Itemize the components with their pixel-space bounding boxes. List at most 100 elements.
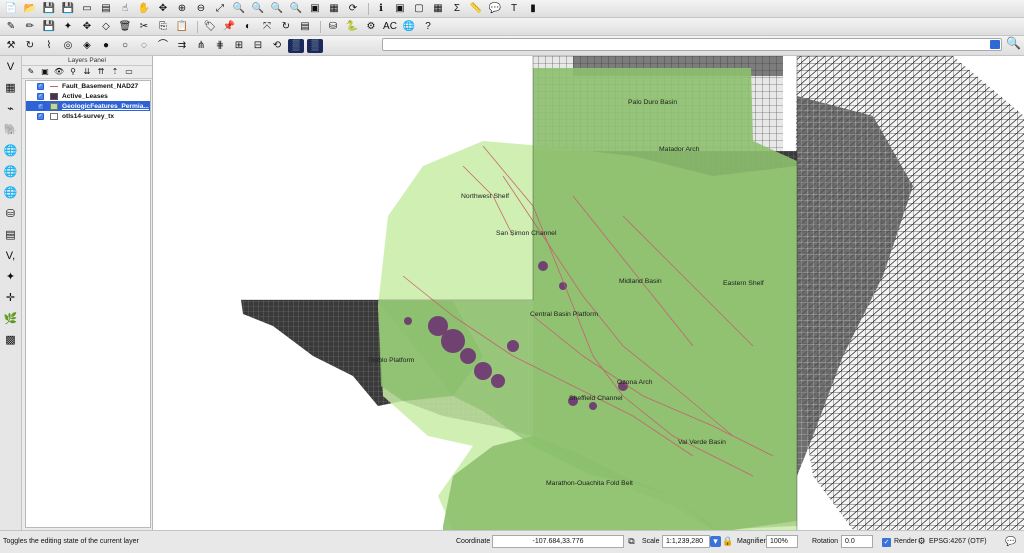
layer-visibility-checkbox[interactable]: ✓ — [37, 102, 44, 110]
new-layout-icon[interactable]: ▭ — [79, 2, 95, 16]
add-feature-icon[interactable]: ✦ — [60, 20, 76, 34]
help-icon[interactable]: ? — [420, 20, 436, 34]
rotate-symbol-icon[interactable]: ⟲ — [269, 39, 285, 53]
attribute-table-icon[interactable]: ▦ — [430, 2, 446, 16]
offset-icon[interactable]: ⇉ — [174, 39, 190, 53]
layer-item[interactable]: ✓ Active_Leases — [26, 91, 150, 101]
move-up-icon[interactable]: ⇡ — [109, 67, 121, 77]
split-parts-icon[interactable]: ⋕ — [212, 39, 228, 53]
fill-ring-icon[interactable]: ● — [98, 39, 114, 53]
rotate-label-icon[interactable]: ↻ — [278, 20, 294, 34]
plugin-db-icon[interactable]: ⛁ — [325, 20, 341, 34]
merge-icon[interactable]: ⊞ — [231, 39, 247, 53]
layer-visibility-checkbox[interactable]: ✓ — [37, 82, 44, 90]
add-wfs-icon[interactable]: 🌐 — [2, 165, 19, 180]
globe-icon[interactable]: 🌐 — [401, 20, 417, 34]
zoom-last-icon[interactable]: 🔍 — [269, 2, 285, 16]
expand-all-icon[interactable]: ⇊ — [81, 67, 93, 77]
zoom-out-icon[interactable]: ⊖ — [193, 2, 209, 16]
add-gps-icon[interactable]: ✛ — [2, 291, 19, 306]
add-mssql-icon[interactable]: ▤ — [2, 228, 19, 243]
digitize-icon[interactable]: ✎ — [3, 20, 19, 34]
delete-ring-icon[interactable]: ○ — [117, 39, 133, 53]
crs-globe-icon[interactable]: ⚙ — [916, 536, 927, 547]
node-tool-icon[interactable]: ◇ — [98, 20, 114, 34]
refresh-icon[interactable]: ⟳ — [345, 2, 361, 16]
magnifier-field[interactable]: 100% — [766, 535, 798, 548]
move-feature-icon[interactable]: ✥ — [79, 20, 95, 34]
layout-manager-icon[interactable]: ▤ — [98, 2, 114, 16]
annotation-icon[interactable]: 💬 — [487, 2, 503, 16]
add-grass-icon[interactable]: 🌿 — [2, 312, 19, 327]
ac-plugin-icon[interactable]: AC — [382, 20, 398, 34]
merge-attr-icon[interactable]: ⊟ — [250, 39, 266, 53]
add-ring-icon[interactable]: ◎ — [60, 39, 76, 53]
scale-field[interactable]: 1:1,239,280 — [662, 535, 710, 548]
new-bookmark-icon[interactable]: ▣ — [307, 2, 323, 16]
python-console-icon[interactable]: 🐍 — [344, 20, 360, 34]
measure-icon[interactable]: 📏 — [468, 2, 484, 16]
tag-icon[interactable]: ⚙ — [363, 20, 379, 34]
add-vector-layer-icon[interactable]: V — [2, 60, 19, 75]
collapse-all-icon[interactable]: ⇈ — [95, 67, 107, 77]
locator-search-input[interactable] — [382, 38, 1002, 51]
map-canvas[interactable]: Palo Duro Basin Matador Arch Northwest S… — [153, 56, 1024, 530]
layer-item-selected[interactable]: ✓ GeologicFeatures_Permia... — [26, 101, 150, 111]
search-icon[interactable]: 🔍 — [1006, 36, 1021, 50]
cut-icon[interactable]: ✂ — [136, 20, 152, 34]
save-icon[interactable]: 💾 — [41, 2, 57, 16]
save-as-icon[interactable]: 💾 — [60, 2, 76, 16]
zoom-layer-icon[interactable]: 🔍 — [231, 2, 247, 16]
deselect-icon[interactable]: ▢ — [411, 2, 427, 16]
new-file-icon[interactable]: 📄 — [3, 2, 19, 16]
zoom-selection-icon[interactable]: 🔍 — [250, 2, 266, 16]
adv-digitize-icon[interactable]: ⚒ — [3, 39, 19, 53]
lock-scale-icon[interactable]: 🔒 — [722, 536, 733, 547]
paste-icon[interactable]: 📋 — [174, 20, 190, 34]
scale-dropdown-icon[interactable]: ▾ — [710, 536, 721, 547]
save-edits-icon[interactable]: 💾 — [41, 20, 57, 34]
copy-icon[interactable]: ⎘ — [155, 20, 171, 34]
layer-item[interactable]: ✓ otls14-survey_tx — [26, 111, 150, 121]
pan-to-selection-icon[interactable]: ✥ — [155, 2, 171, 16]
zoom-next-icon[interactable]: 🔍 — [288, 2, 304, 16]
identify-icon[interactable]: ℹ — [373, 2, 389, 16]
rotate-icon[interactable]: ↻ — [22, 39, 38, 53]
add-oracle-icon[interactable]: ⛁ — [2, 207, 19, 222]
grid2-icon[interactable]: ▒ — [307, 38, 323, 53]
label-icon[interactable]: 🏷 — [202, 20, 218, 34]
filter-legend-icon[interactable]: ⚲ — [67, 67, 79, 77]
grid1-icon[interactable]: ▒ — [288, 38, 304, 53]
add-wcs-icon[interactable]: 🌐 — [2, 186, 19, 201]
zoom-in-icon[interactable]: ⊕ — [174, 2, 190, 16]
messages-icon[interactable]: 💬 — [1005, 536, 1016, 547]
pin-label-icon[interactable]: 📌 — [221, 20, 237, 34]
toggle-extents-icon[interactable]: ⧉ — [626, 536, 637, 547]
manage-visibility-icon[interactable]: 👁 — [53, 67, 65, 77]
add-part-icon[interactable]: ◈ — [79, 39, 95, 53]
show-label-icon[interactable]: ◐ — [240, 20, 256, 34]
delete-icon[interactable]: 🗑 — [117, 20, 133, 34]
open-styling-icon[interactable]: ✎ — [25, 67, 37, 77]
edit-icon[interactable]: ✏ — [22, 20, 38, 34]
add-raster-layer-icon[interactable]: ▦ — [2, 81, 19, 96]
layer-visibility-checkbox[interactable]: ✓ — [37, 92, 44, 100]
open-icon[interactable]: 📂 — [22, 2, 38, 16]
add-delimited-text-icon[interactable]: V, — [2, 249, 19, 264]
layer-visibility-checkbox[interactable]: ✓ — [37, 112, 44, 120]
add-spatialite-icon[interactable]: ⌁ — [2, 102, 19, 117]
layer-item[interactable]: ✓ Fault_Basement_NAD27 — [26, 81, 150, 91]
select-icon[interactable]: ▣ — [392, 2, 408, 16]
python-icon[interactable]: ▮ — [525, 2, 541, 16]
rotation-field[interactable]: 0.0 — [841, 535, 873, 548]
crs-status[interactable]: EPSG:4267 (OTF) — [929, 538, 987, 545]
add-wfs-2-icon[interactable]: ▩ — [2, 333, 19, 348]
zoom-full-icon[interactable]: ⤢ — [212, 2, 228, 16]
pan-icon[interactable]: ✋ — [136, 2, 152, 16]
coordinate-field[interactable]: -107.684,33.776 — [492, 535, 624, 548]
show-bookmarks-icon[interactable]: ▦ — [326, 2, 342, 16]
add-group-icon[interactable]: ▣ — [39, 67, 51, 77]
split-icon[interactable]: ⋔ — [193, 39, 209, 53]
change-label-icon[interactable]: ▤ — [297, 20, 313, 34]
statistics-icon[interactable]: Σ — [449, 2, 465, 16]
